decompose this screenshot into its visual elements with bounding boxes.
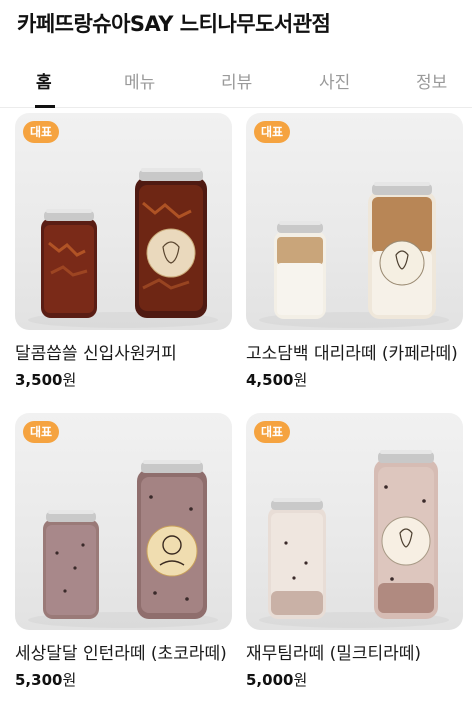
menu-item-price: 4,500원	[246, 369, 307, 390]
tab-photos[interactable]: 사진	[319, 68, 350, 93]
menu-card[interactable]: 대표 재무팀라떼 (밀크티라떼) 5,000원	[246, 413, 463, 698]
menu-photo[interactable]: 대표	[15, 113, 232, 330]
menu-item-price: 3,500원	[15, 369, 76, 390]
menu-item-name[interactable]: 달콤씁쓸 신입사원커피	[15, 339, 232, 364]
drink-photo-image	[259, 450, 449, 628]
store-title: 카페뜨랑슈아SAY 느티나무도서관점	[17, 12, 331, 36]
price-value: 5,300	[15, 671, 63, 689]
tab-bar: 홈 메뉴 리뷰 사진 정보	[0, 56, 472, 108]
price-unit: 원	[62, 671, 77, 689]
menu-item-name[interactable]: 재무팀라떼 (밀크티라떼)	[246, 639, 463, 664]
tab-info[interactable]: 정보	[416, 68, 447, 93]
header: 카페뜨랑슈아SAY 느티나무도서관점	[0, 0, 472, 44]
tab-menu[interactable]: 메뉴	[124, 68, 155, 93]
signature-badge: 대표	[254, 121, 291, 143]
active-tab-indicator	[35, 105, 55, 108]
price-unit: 원	[293, 671, 308, 689]
price-value: 3,500	[15, 371, 63, 389]
signature-badge: 대표	[23, 121, 60, 143]
price-unit: 원	[293, 371, 308, 389]
price-unit: 원	[62, 371, 77, 389]
menu-photo[interactable]: 대표	[246, 413, 463, 630]
drink-photo-image	[28, 168, 218, 328]
menu-item-name[interactable]: 세상달달 인턴라떼 (초코라떼)	[15, 639, 232, 664]
menu-item-price: 5,300원	[15, 669, 76, 690]
menu-photo[interactable]: 대표	[246, 113, 463, 330]
signature-badge: 대표	[23, 421, 60, 443]
price-value: 5,000	[246, 671, 294, 689]
signature-badge: 대표	[254, 421, 291, 443]
drink-photo-image	[259, 182, 449, 328]
price-value: 4,500	[246, 371, 294, 389]
menu-card[interactable]: 대표 세상달달 인턴라떼 (초코라떼) 5,300원	[15, 413, 232, 698]
menu-item-name[interactable]: 고소담백 대리라떼 (카페라떼)	[246, 339, 463, 364]
menu-item-price: 5,000원	[246, 669, 307, 690]
tab-home[interactable]: 홈	[36, 68, 52, 93]
menu-card[interactable]: 대표 달콤씁쓸 신입사원커피 3,500원	[15, 113, 232, 398]
menu-photo[interactable]: 대표	[15, 413, 232, 630]
drink-photo-image	[28, 460, 218, 628]
menu-card[interactable]: 대표 고소담백 대리라떼 (카페라떼) 4,500원	[246, 113, 463, 398]
tab-reviews[interactable]: 리뷰	[221, 68, 252, 93]
